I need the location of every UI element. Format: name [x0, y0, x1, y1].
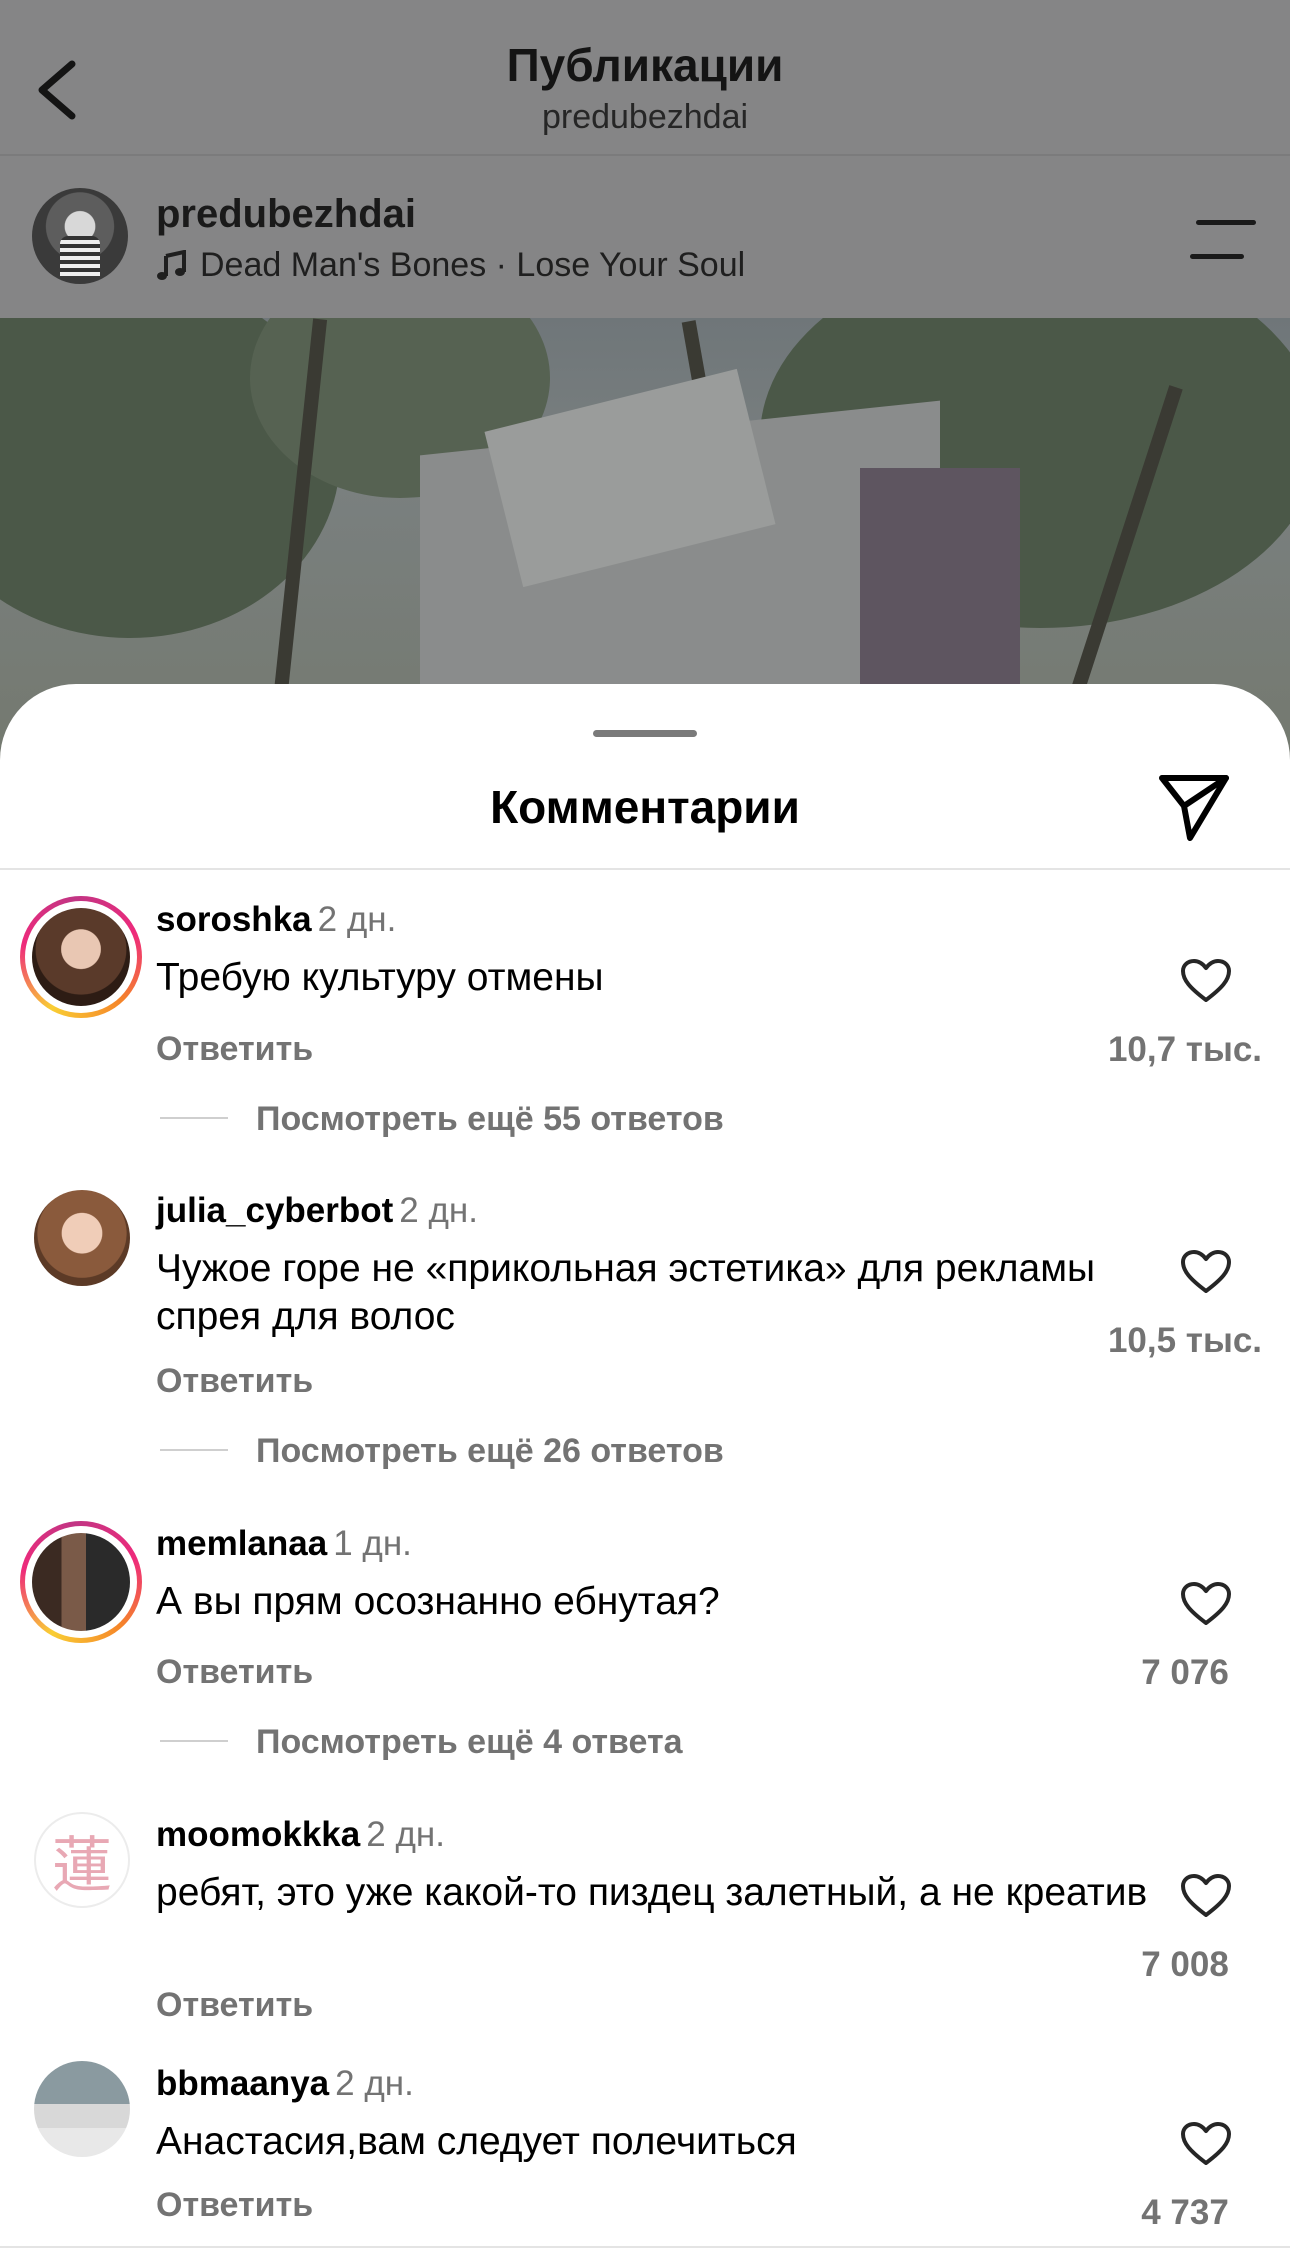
view-more-replies[interactable]: Посмотреть ещё 4 ответа: [256, 1723, 683, 1762]
sheet-title: Комментарии: [490, 781, 800, 833]
comment-header: bbmaanya 2 дн.: [156, 2064, 414, 2104]
navigation-bar: Публикации predubezhdai: [0, 0, 1290, 156]
reply-button[interactable]: Ответить: [156, 1653, 313, 1692]
comment-text: А вы прям осознанно ебнутая?: [156, 1580, 720, 1623]
avatar-glyph: 蓮: [52, 1830, 112, 1901]
reply-button[interactable]: Ответить: [156, 1030, 313, 1069]
like-count: 4 737: [1141, 2193, 1229, 2232]
comment-header: soroshka 2 дн.: [156, 900, 396, 940]
comment-header: moomokkka 2 дн.: [156, 1815, 445, 1855]
reply-button[interactable]: Ответить: [156, 1362, 313, 1401]
view-more-replies[interactable]: Посмотреть ещё 55 ответов: [256, 1100, 724, 1139]
comment-time: 2 дн.: [399, 1191, 478, 1230]
comment-time: 1 дн.: [333, 1524, 412, 1563]
comment-text: Требую культуру отмены: [156, 956, 604, 999]
music-note-icon: [157, 249, 186, 280]
avatar[interactable]: [34, 2061, 130, 2157]
comment-time: 2 дн.: [366, 1815, 445, 1854]
comment-header: julia_cyberbot 2 дн.: [156, 1191, 478, 1231]
composer-divider: [0, 2246, 1290, 2248]
like-count: 7 008: [1141, 1945, 1229, 1984]
comment-text: ребят, это уже какой-то пиздец залетный,…: [156, 1871, 1148, 1914]
avatar[interactable]: [34, 1190, 130, 1286]
comment-time: 2 дн.: [335, 2064, 414, 2103]
comment-header: memlanaa 1 дн.: [156, 1524, 412, 1564]
comment-username[interactable]: soroshka: [156, 900, 312, 939]
filter-menu-icon[interactable]: [1190, 218, 1256, 262]
like-button[interactable]: [1180, 1249, 1232, 1295]
post-page-background: Публикации predubezhdai predubezhdai Dea…: [0, 0, 1290, 760]
post-header: predubezhdai Dead Man's Bones · Lose You…: [0, 158, 1290, 318]
reply-button[interactable]: Ответить: [156, 2186, 313, 2225]
comment-text: Анастасия,вам следует полечиться: [156, 2120, 797, 2163]
post-author-avatar[interactable]: [32, 188, 128, 284]
comment-username[interactable]: julia_cyberbot: [156, 1191, 393, 1230]
replies-divider: [160, 1449, 228, 1451]
avatar[interactable]: 蓮: [34, 1812, 130, 1908]
replies-divider: [160, 1740, 228, 1742]
like-button[interactable]: [1180, 1873, 1232, 1919]
avatar[interactable]: [32, 908, 130, 1006]
sheet-divider: [0, 868, 1290, 870]
like-button[interactable]: [1180, 2121, 1232, 2167]
reply-button[interactable]: Ответить: [156, 1986, 313, 2025]
post-author-username[interactable]: predubezhdai: [156, 192, 416, 237]
share-button[interactable]: [1156, 768, 1232, 844]
comment-time: 2 дн.: [317, 900, 397, 939]
like-count: 7 076: [1141, 1653, 1229, 1692]
like-count: 10,7 тыс.: [1107, 1030, 1263, 1069]
like-count: 10,5 тыс.: [1107, 1321, 1263, 1360]
comment-text: Чужое горе не «прикольная эстетика» для …: [156, 1247, 1096, 1338]
post-music-label: Dead Man's Bones · Lose Your Soul: [200, 246, 746, 284]
heart-outline-icon: [1181, 1250, 1231, 1293]
comment-username[interactable]: moomokkka: [156, 1815, 360, 1854]
avatar[interactable]: [32, 1533, 130, 1631]
post-music-link[interactable]: Dead Man's Bones · Lose Your Soul: [156, 246, 745, 285]
heart-outline-icon: [1181, 959, 1231, 1002]
page-subtitle: predubezhdai: [541, 98, 749, 136]
sheet-drag-handle[interactable]: [593, 730, 697, 737]
view-more-replies[interactable]: Посмотреть ещё 26 ответов: [256, 1432, 724, 1471]
comment-username[interactable]: memlanaa: [156, 1524, 327, 1563]
like-button[interactable]: [1180, 1581, 1232, 1627]
like-button[interactable]: [1180, 958, 1232, 1004]
send-icon: [1159, 775, 1229, 841]
page-title: Публикации: [506, 39, 784, 91]
heart-outline-icon: [1181, 2122, 1231, 2165]
heart-outline-icon: [1181, 1582, 1231, 1625]
heart-outline-icon: [1181, 1874, 1231, 1917]
comment-username[interactable]: bbmaanya: [156, 2064, 329, 2103]
replies-divider: [160, 1117, 228, 1119]
